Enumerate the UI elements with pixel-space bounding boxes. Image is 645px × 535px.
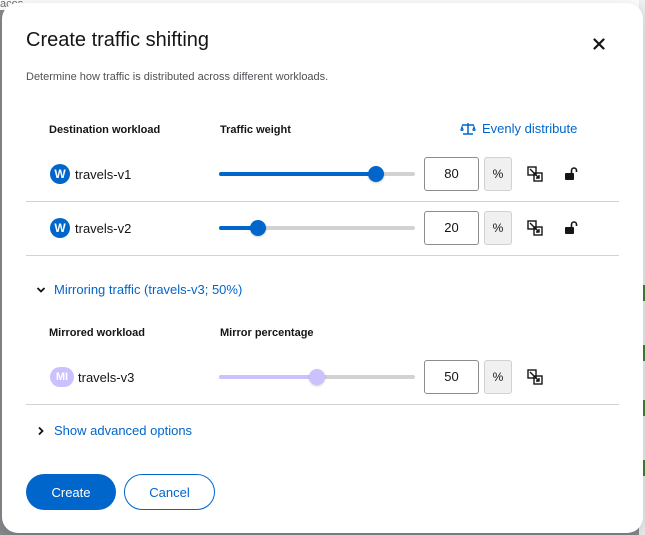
mirroring-toggle[interactable]: Mirroring traffic (travels-v3; 50%) xyxy=(36,282,242,297)
row-divider xyxy=(26,201,619,202)
lock-toggle-button[interactable] xyxy=(562,165,580,183)
traffic-shifting-modal: Create traffic shifting Determine how tr… xyxy=(2,3,643,533)
mirror-connect-button[interactable] xyxy=(526,368,544,386)
cancel-button[interactable]: Cancel xyxy=(124,474,215,510)
evenly-distribute-label: Evenly distribute xyxy=(482,121,578,136)
destination-workload-header: Destination workload xyxy=(49,124,161,136)
percent-unit: % xyxy=(484,157,512,191)
mirror-connect-button[interactable] xyxy=(526,219,544,237)
connect-icon xyxy=(527,220,543,236)
slider-fill xyxy=(219,172,376,176)
modal-description: Determine how traffic is distributed acr… xyxy=(26,71,329,83)
row-divider xyxy=(26,404,619,405)
workload-badge: MI xyxy=(50,367,74,387)
slider-fill xyxy=(219,375,317,379)
traffic-weight-header: Traffic weight xyxy=(220,124,291,136)
mirror-percentage-header: Mirror percentage xyxy=(220,327,314,339)
connect-icon xyxy=(527,369,543,385)
traffic-weight-slider[interactable] xyxy=(219,220,415,236)
lock-toggle-button[interactable] xyxy=(562,219,580,237)
connect-icon xyxy=(527,166,543,182)
mirror-percentage-input[interactable]: 50 xyxy=(424,360,479,394)
workload-badge: W xyxy=(50,218,70,238)
mirror-percentage-slider[interactable] xyxy=(219,369,415,385)
close-button[interactable] xyxy=(588,33,610,55)
traffic-weight-input[interactable]: 80 xyxy=(424,157,479,191)
workload-name: travels-v1 xyxy=(75,167,132,182)
advanced-options-label: Show advanced options xyxy=(54,423,193,438)
mirrored-workload-header: Mirrored workload xyxy=(49,327,145,339)
unlock-icon xyxy=(565,221,578,234)
percent-unit: % xyxy=(484,360,512,394)
workload-name: travels-v2 xyxy=(75,221,132,236)
traffic-weight-slider[interactable] xyxy=(219,166,415,182)
percent-unit: % xyxy=(484,211,512,245)
balance-scale-icon xyxy=(460,122,476,135)
slider-thumb[interactable] xyxy=(367,166,384,182)
chevron-down-icon xyxy=(36,286,46,293)
advanced-options-toggle[interactable]: Show advanced options xyxy=(36,423,192,438)
row-divider xyxy=(26,255,619,256)
slider-thumb[interactable] xyxy=(250,220,267,236)
modal-title: Create traffic shifting xyxy=(26,29,210,51)
create-button[interactable]: Create xyxy=(26,474,116,510)
mirror-connect-button[interactable] xyxy=(526,165,544,183)
mirroring-toggle-label: Mirroring traffic (travels-v3; 50%) xyxy=(54,282,243,297)
unlock-icon xyxy=(565,167,578,180)
evenly-distribute-button[interactable]: Evenly distribute xyxy=(460,121,577,136)
workload-name: travels-v3 xyxy=(78,370,135,385)
close-icon xyxy=(593,38,605,50)
chevron-right-icon xyxy=(38,426,44,435)
slider-thumb[interactable] xyxy=(309,369,325,385)
traffic-weight-input[interactable]: 20 xyxy=(424,211,479,245)
workload-badge: W xyxy=(50,164,70,184)
